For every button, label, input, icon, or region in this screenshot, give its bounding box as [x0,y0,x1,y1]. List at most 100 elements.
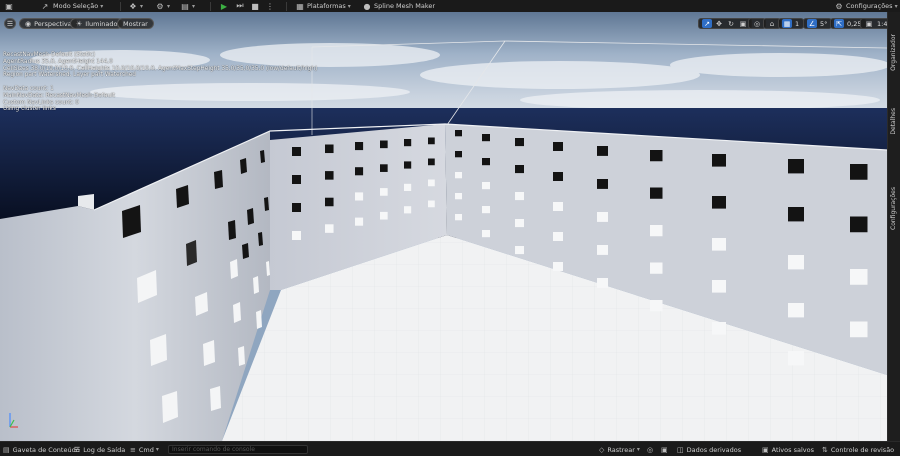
assets-saved-indicator[interactable]: ▣ Ativos salvos [762,442,814,456]
lighting-label: Iluminado [85,19,118,28]
window [712,196,726,209]
window [482,158,490,166]
window [712,322,726,335]
mode-label: Modo Seleção [53,2,99,10]
window [650,150,663,162]
window [428,200,435,208]
gear-icon: ⚙ [835,1,843,11]
window [482,230,490,238]
record-icon: ◎ [647,445,654,454]
screenshot-button[interactable]: ▣ [661,442,671,456]
window [788,351,804,366]
platforms-menu[interactable]: ▦ Plataformas ▾ [295,0,351,12]
window [482,206,490,214]
window [553,262,563,271]
stats-line: RecastNavMesh-Default (Static) [3,52,96,58]
viewport-menu-button[interactable]: ☰ [4,18,16,29]
play-button[interactable]: ▶ [219,0,229,12]
window [355,142,364,151]
window [650,262,663,274]
stop-button[interactable]: ■ [250,0,260,12]
perspective-label: Perspectiva [34,19,72,28]
window [597,179,608,189]
database-icon: ◫ [677,445,684,454]
window [292,147,301,156]
window [788,207,804,222]
save-check-icon: ▣ [762,445,769,454]
lighting-button[interactable]: ☀ Iluminado [70,18,124,29]
perspective-button[interactable]: ◉ Perspectiva [19,18,78,29]
window [325,197,334,207]
window [404,183,412,191]
stats-line: NavData count: 1 [3,85,54,92]
stats-icon-button[interactable]: ◎ [647,442,656,456]
show-button[interactable]: Mostrar [117,18,154,29]
window [597,212,608,222]
output-log-button[interactable]: ☰ Log de Saída [74,442,125,456]
platforms-label: Plataformas [307,2,346,10]
spline-mesh-maker-button[interactable]: ● Spline Mesh Maker [362,0,436,12]
cinematics-button[interactable]: ▤ ▾ [180,0,195,12]
camera-icon: ▣ [865,19,873,28]
trace-button[interactable]: ◇ Rastrear ▾ [599,442,640,456]
derived-data-button[interactable]: ◫ Dados derivados [677,442,741,456]
toolbar-divider [286,2,287,11]
play-options-button[interactable]: ⋮ [265,0,275,12]
window [515,138,524,147]
add-actor-button[interactable]: ❖ ▾ [128,0,143,12]
move-tool-icon[interactable]: ✥ [714,19,724,28]
blueprint-button[interactable]: ⚙ ▾ [155,0,170,12]
window [788,303,804,318]
window [355,192,364,201]
angle-snap-icon: ∠ [807,19,817,28]
side-panel-tabs: Organizador Detalhes Configurações [887,12,900,441]
cmd-selector[interactable]: ≡ Cmd ▾ [130,442,159,456]
tab-outliner[interactable]: Organizador [890,34,897,71]
select-tool-icon[interactable]: ↗ [702,19,712,28]
window [712,280,726,293]
window [712,154,726,167]
content-drawer-button[interactable]: ▤ Gaveta de Conteúdo [3,442,80,456]
globe-icon: ◎ [753,19,761,28]
chevron-down-icon: ▾ [167,2,171,10]
tab-details[interactable]: Detalhes [890,108,897,135]
window [355,167,364,176]
revision-control-button[interactable]: ⇅ Controle de revisão [822,442,894,456]
window [597,278,608,288]
scale-tool-icon[interactable]: ▣ [738,19,748,28]
scale-snap-icon: ⇱ [834,19,844,28]
trace-icon: ◇ [599,445,605,454]
window [515,192,524,201]
console-input[interactable] [168,445,308,454]
window [850,216,868,233]
tab-world-settings[interactable]: Configurações [890,187,897,230]
window [380,188,388,196]
save-button[interactable]: ▣ [4,0,14,12]
window [650,225,663,237]
window [404,161,412,169]
more-vertical-icon: ⋮ [266,1,274,11]
window [553,172,563,181]
navmesh-stats: RecastNavMesh-Default (Static) AgentRadiu… [3,52,317,113]
main-toolbar: ▣ ↗ Modo Seleção ▾ ❖ ▾ ⚙ ▾ ▤ ▾ ▶ ⏭ ■ ⋮ ▦… [0,0,900,12]
level-viewport[interactable]: ☰ ◉ Perspectiva ☀ Iluminado Mostrar ↗ ✥ … [0,12,887,441]
grid-snap-control[interactable]: ▦ 1 [778,18,805,29]
angle-snap-control[interactable]: ∠ 5° [803,18,833,29]
step-button[interactable]: ⏭ [235,0,245,12]
window [553,232,563,241]
settings-menu[interactable]: ⚙ Configurações ▾ [834,0,897,12]
mode-selector[interactable]: ↗ Modo Seleção ▾ [40,0,104,12]
window [428,179,435,187]
terminal-icon: ≡ [130,445,136,454]
clapper-icon: ▤ [181,1,189,11]
toolbar-divider [210,2,211,11]
show-label: Mostrar [123,19,148,28]
camera-speed-control[interactable]: ▣ 1:4 [860,18,887,29]
window [428,137,435,145]
cmd-label: Cmd [138,445,154,454]
angle-snap-value: 5° [820,19,828,28]
rotate-tool-icon[interactable]: ↻ [726,19,736,28]
stats-line [3,79,317,86]
surface-snap-icon: ⌂ [769,19,775,28]
derived-data-label: Dados derivados [686,445,742,454]
